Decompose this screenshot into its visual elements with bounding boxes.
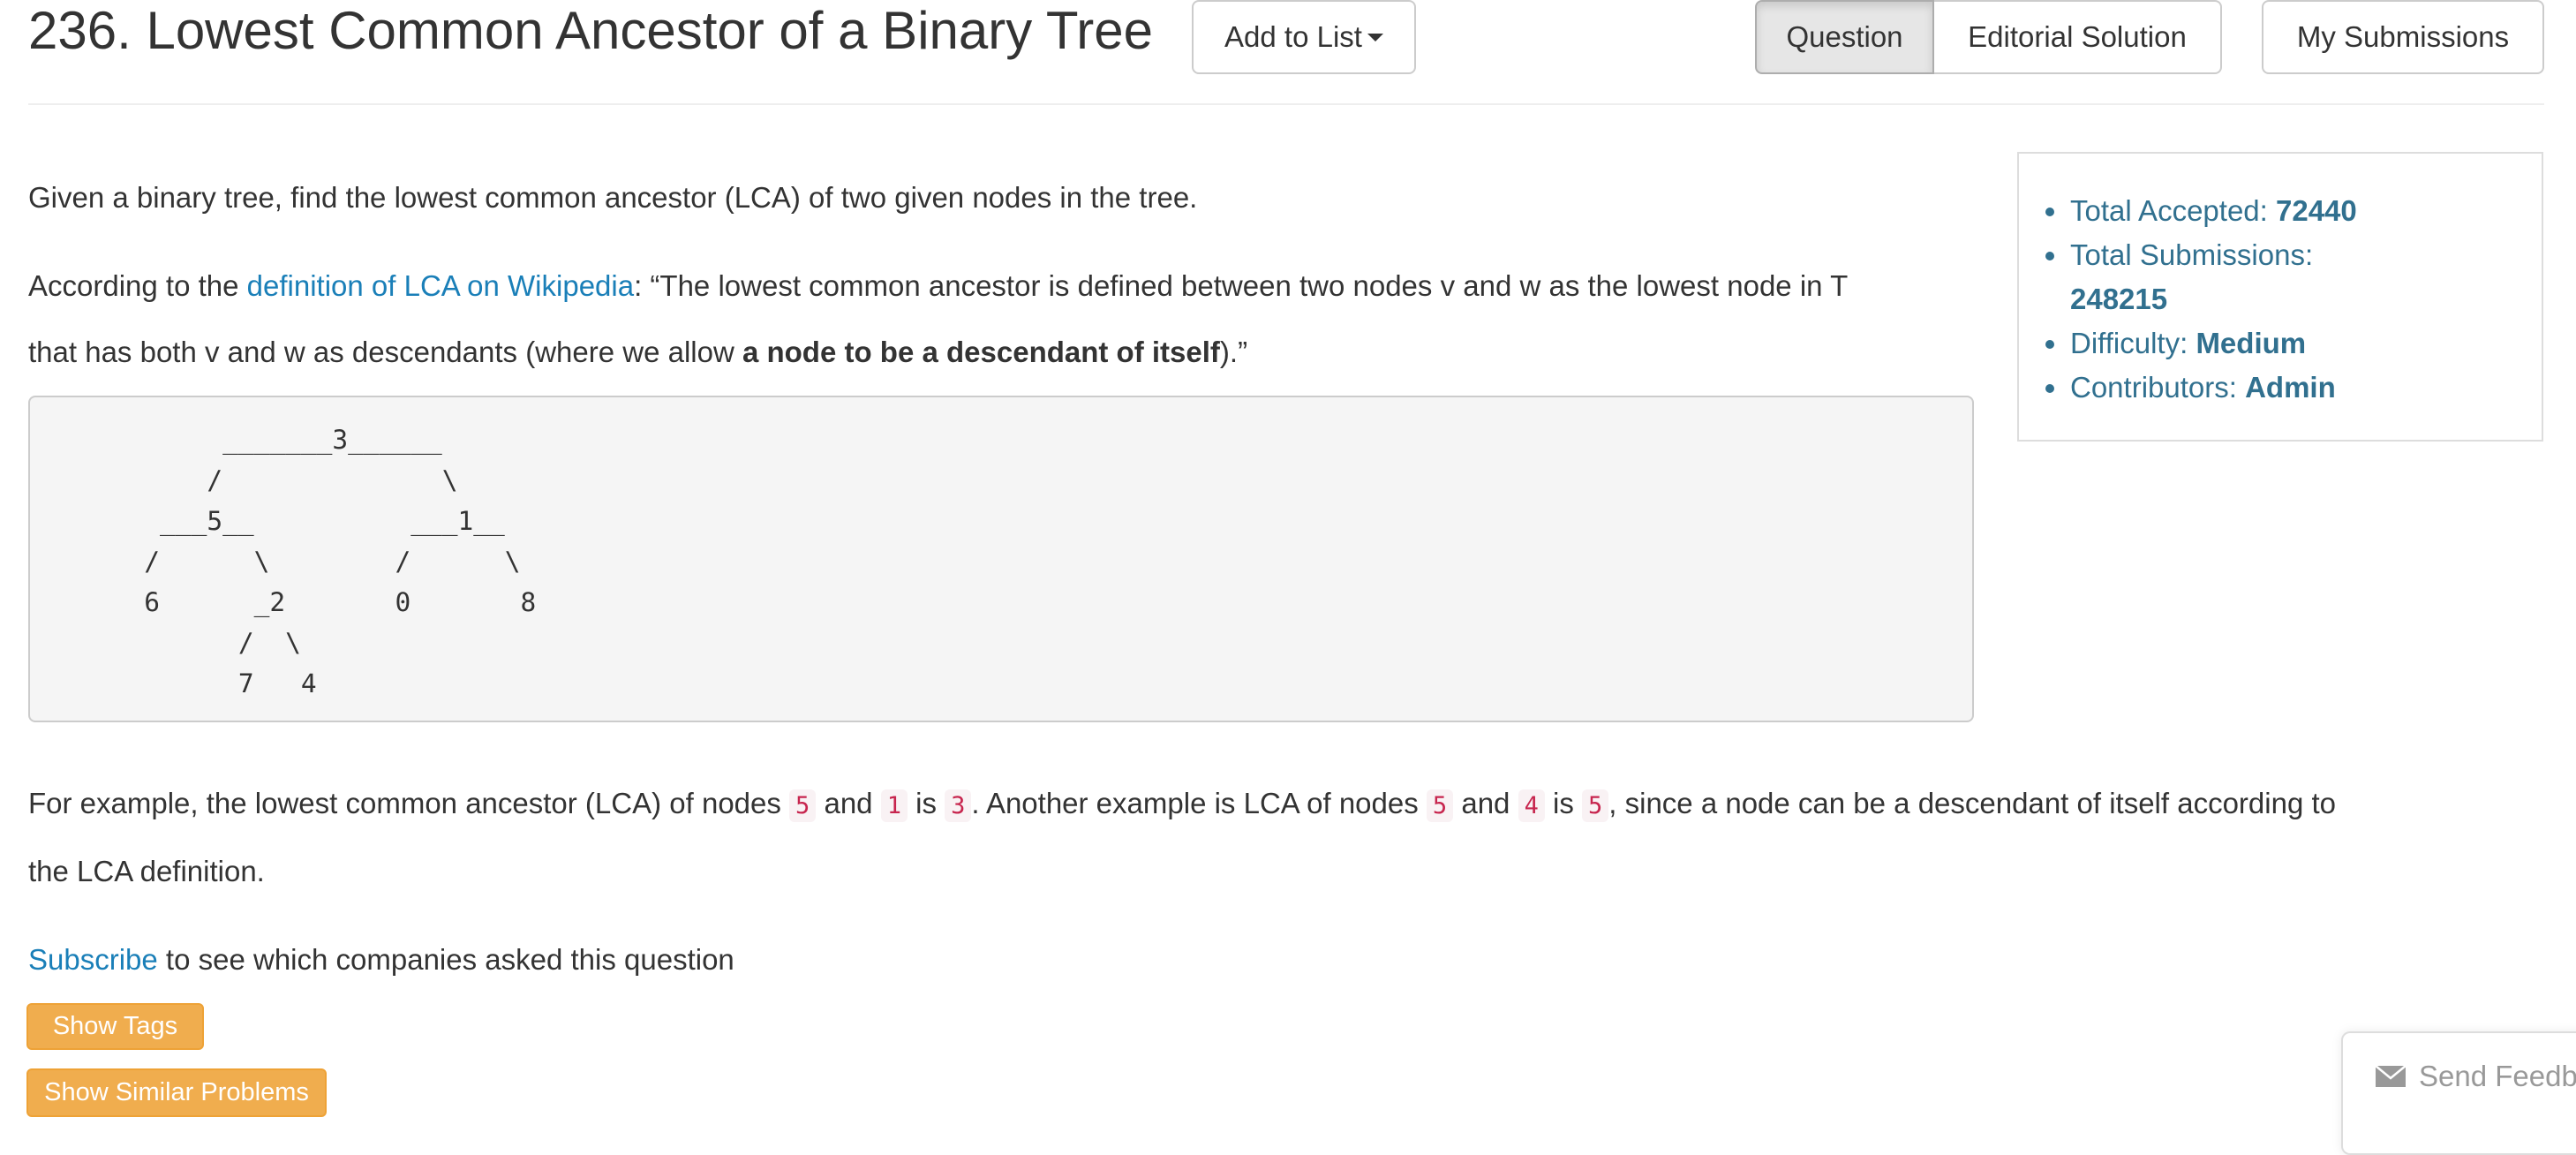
show-tags-button[interactable]: Show Tags [26, 1003, 204, 1050]
definition-emphasis: a node to be a descendant of itself [742, 336, 1220, 368]
add-to-list-button[interactable]: Add to List [1192, 0, 1416, 74]
tab-question[interactable]: Question [1755, 0, 1934, 74]
stat-value: 248215 [2070, 283, 2168, 315]
envelope-icon [2375, 1065, 2407, 1087]
inline-code: 3 [945, 789, 972, 822]
definition-quote-line2: that has both v and w as descendants (wh… [28, 336, 742, 368]
inline-code: 5 [789, 789, 817, 822]
page-title: 236. Lowest Common Ancestor of a Binary … [28, 1, 1153, 60]
stat-total-submissions: Total Submissions: 248215 [2045, 233, 2512, 321]
example-text: , since a node can be a descendant of it… [1608, 787, 2336, 819]
stats-list: Total Accepted: 72440 Total Submissions:… [2045, 189, 2512, 410]
show-similar-problems-button[interactable]: Show Similar Problems [26, 1068, 327, 1117]
tab-editorial-solution[interactable]: Editorial Solution [1934, 0, 2222, 74]
example-text: is [907, 787, 945, 819]
stat-label: Difficulty: [2070, 327, 2196, 359]
lca-definition-line1: According to the definition of LCA on Wi… [28, 269, 1848, 303]
tree-diagram: _______3______ / \ ___5__ ___1__ / \ / \… [144, 425, 537, 698]
subscribe-link[interactable]: Subscribe [28, 943, 158, 976]
view-tabs: Question Editorial Solution [1755, 0, 2222, 74]
stat-difficulty: Difficulty: Medium [2045, 321, 2512, 366]
wikipedia-lca-link[interactable]: definition of LCA on Wikipedia [247, 269, 634, 302]
example-text: For example, the lowest common ancestor … [28, 787, 790, 819]
caret-down-icon [1367, 33, 1383, 42]
subscribe-line: Subscribe to see which companies asked t… [28, 943, 734, 977]
inline-code: 5 [1426, 789, 1454, 822]
add-to-list-label: Add to List [1224, 20, 1362, 53]
stat-label: Total Accepted: [2070, 194, 2276, 227]
send-feedback-content: Send Feedb [2375, 1060, 2576, 1093]
stat-total-accepted: Total Accepted: 72440 [2045, 189, 2512, 233]
stat-value: 72440 [2275, 194, 2357, 227]
example-text: and [816, 787, 881, 819]
example-text: . Another example is LCA of nodes [971, 787, 1427, 819]
stat-label: Contributors: [2070, 371, 2246, 404]
stat-label: Total Submissions: [2070, 238, 2314, 271]
question-intro: Given a binary tree, find the lowest com… [28, 181, 1198, 214]
subscribe-text: to see which companies asked this questi… [157, 943, 734, 976]
lca-definition-line2: that has both v and w as descendants (wh… [28, 336, 1247, 369]
stat-contributors: Contributors: Admin [2045, 366, 2512, 410]
inline-code: 1 [880, 789, 908, 822]
definition-quote-line1: : “The lowest common ancestor is defined… [634, 269, 1849, 302]
stat-value: Medium [2196, 327, 2307, 359]
example-text: and [1453, 787, 1518, 819]
definition-quote-end: ).” [1219, 336, 1248, 368]
inline-code: 5 [1582, 789, 1609, 822]
definition-prefix: According to the [28, 269, 247, 302]
tree-code-block: _______3______ / \ ___5__ ___1__ / \ / \… [28, 396, 1974, 722]
example-line2: the LCA definition. [28, 855, 265, 887]
my-submissions-button[interactable]: My Submissions [2262, 0, 2544, 74]
header-divider [28, 103, 2544, 105]
example-line1: For example, the lowest common ancestor … [28, 787, 2336, 822]
send-feedback-button[interactable]: Send Feedb [2341, 1031, 2576, 1155]
example-text: is [1544, 787, 1583, 819]
inline-code: 4 [1518, 789, 1545, 822]
send-feedback-label: Send Feedb [2419, 1060, 2576, 1092]
stat-value: Admin [2245, 371, 2336, 404]
question-stats-panel: Total Accepted: 72440 Total Submissions:… [2017, 152, 2543, 442]
